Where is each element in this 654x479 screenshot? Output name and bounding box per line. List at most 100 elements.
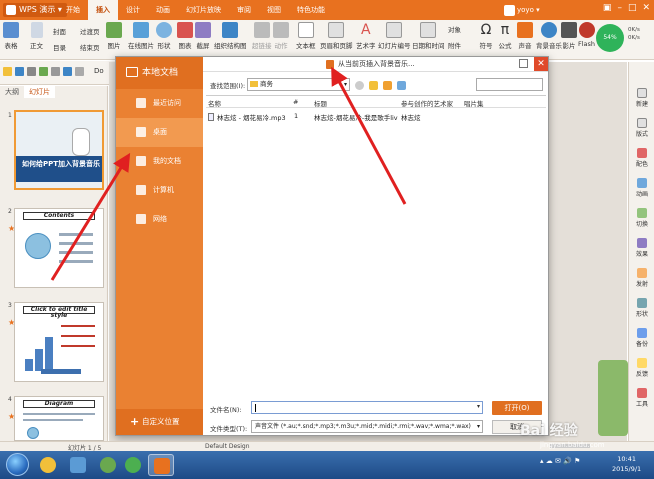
textbox-button[interactable]: 文本框: [296, 22, 316, 50]
header-footer-icon: [328, 22, 345, 38]
user-account[interactable]: yoyo ▾: [504, 3, 540, 17]
tab-animation[interactable]: 动画: [148, 0, 178, 20]
clock[interactable]: 10:41 2015/9/1: [612, 454, 641, 474]
sidebar-item-recent[interactable]: 最近访问: [116, 89, 203, 118]
footer-band: [41, 369, 81, 374]
slide-thumbnail-4[interactable]: Diagram: [14, 396, 104, 441]
minimize-icon[interactable]: –: [617, 3, 622, 13]
preview-icon[interactable]: [39, 67, 48, 76]
filename-input[interactable]: ▾: [251, 401, 483, 414]
sidebar-item-my-documents[interactable]: 我的文档: [116, 147, 203, 176]
close-icon[interactable]: ✕: [642, 3, 650, 13]
tools-button[interactable]: 工具: [631, 388, 653, 408]
format-painter-icon[interactable]: [51, 67, 60, 76]
new-slide-button[interactable]: 新建: [631, 88, 653, 108]
taskbar-app-network[interactable]: [65, 454, 91, 476]
sidebar-item-desktop[interactable]: 桌面: [116, 118, 203, 147]
sound-button[interactable]: 声音: [517, 22, 533, 50]
document-tab[interactable]: Do: [94, 67, 104, 75]
start-button[interactable]: [6, 453, 29, 476]
hyperlink-button[interactable]: 超链接: [252, 22, 272, 50]
tab-special[interactable]: 特色功能: [289, 0, 333, 20]
redo-icon[interactable]: [75, 67, 84, 76]
shapes-button[interactable]: 形状: [631, 298, 653, 318]
tab-slideshow[interactable]: 幻灯片放映: [178, 0, 229, 20]
picture-button[interactable]: 图片: [106, 22, 122, 50]
layout-button[interactable]: 版式: [631, 118, 653, 138]
header-footer-button[interactable]: 页眉和页脚: [320, 22, 353, 50]
close-icon[interactable]: ✕: [534, 57, 548, 71]
tab-slides[interactable]: 幻灯片: [24, 86, 55, 98]
animation-button[interactable]: 动画: [631, 178, 653, 198]
tab-design[interactable]: 设计: [118, 0, 148, 20]
back-icon[interactable]: [355, 81, 364, 90]
up-folder-icon[interactable]: [369, 81, 378, 90]
skin-icon[interactable]: ▣: [603, 3, 612, 13]
column-album[interactable]: 唱片集: [464, 98, 484, 108]
table-button[interactable]: 表格: [3, 22, 19, 50]
org-chart-button[interactable]: 组织结构图: [214, 22, 247, 50]
sidebar-item-computer[interactable]: 计算机: [116, 176, 203, 205]
background-music-button[interactable]: 背景音乐: [536, 22, 562, 50]
wordart-button[interactable]: A 艺术字: [356, 22, 376, 50]
online-picture-button[interactable]: 在线图片: [128, 22, 154, 50]
open-button[interactable]: 打开(O): [492, 401, 542, 415]
system-tray[interactable]: ▴ ☁ ✉ 🔊 ⚑: [540, 457, 580, 465]
restore-icon[interactable]: [519, 59, 528, 68]
undo-icon[interactable]: [63, 67, 72, 76]
chart-button[interactable]: 图表: [177, 22, 193, 50]
cover-button[interactable]: 封面: [53, 26, 66, 36]
sidebar-item-network[interactable]: 网络: [116, 205, 203, 234]
taskbar-app-360[interactable]: [35, 454, 61, 476]
backup-button[interactable]: 备份: [631, 328, 653, 348]
chevron-down-icon[interactable]: ▾: [477, 403, 480, 410]
symbol-button[interactable]: Ω 符号: [478, 22, 494, 50]
search-input[interactable]: [476, 78, 543, 91]
new-folder-icon[interactable]: [383, 81, 392, 90]
tab-view[interactable]: 视图: [259, 0, 289, 20]
column-artist[interactable]: 参与创作的艺术家: [401, 98, 453, 108]
end-page-button[interactable]: 结束页: [80, 42, 100, 52]
feedback-button[interactable]: 反馈: [631, 358, 653, 378]
broadcast-button[interactable]: 发射: [631, 268, 653, 288]
folder-icon[interactable]: [3, 67, 12, 76]
color-scheme-button[interactable]: 配色: [631, 148, 653, 168]
custom-location-button[interactable]: + 自定义位置: [116, 409, 203, 435]
slide-thumbnail-3[interactable]: Click to edit title style: [14, 302, 104, 382]
column-name[interactable]: 名称: [208, 98, 221, 108]
filetype-select[interactable]: 声音文件 (*.au;*.snd;*.mp3;*.m3u;*.mid;*.mid…: [251, 420, 483, 433]
transition-button[interactable]: 切换: [631, 208, 653, 228]
view-menu-icon[interactable]: [397, 81, 406, 90]
formula-button[interactable]: π 公式: [497, 22, 513, 50]
save-icon[interactable]: [15, 67, 24, 76]
slide-thumbnail-1[interactable]: 如何给PPT加入背景音乐: [14, 110, 104, 190]
print-icon[interactable]: [27, 67, 36, 76]
taskbar-app-wps[interactable]: [148, 454, 174, 476]
attachment-button[interactable]: 附件: [448, 40, 461, 50]
taskbar-app-chrome[interactable]: [120, 454, 146, 476]
object-button[interactable]: 对象: [448, 24, 461, 34]
toc-button[interactable]: 目录: [53, 42, 66, 52]
file-row[interactable]: 林志炫 - 烟花易冷.mp3 1 林志炫-烟花易冷-我是歌手live... 林志…: [206, 111, 546, 123]
network-meter[interactable]: 54%: [596, 24, 624, 52]
action-button[interactable]: 动作: [273, 22, 289, 50]
tab-outline[interactable]: 大纲: [0, 86, 24, 98]
column-title[interactable]: 标题: [314, 98, 327, 108]
flash-button[interactable]: Flash: [578, 22, 595, 48]
tab-home[interactable]: 开始: [58, 0, 88, 20]
tab-insert[interactable]: 插入: [88, 0, 118, 20]
tab-review[interactable]: 审阅: [229, 0, 259, 20]
date-time-button[interactable]: 日期和时间: [412, 22, 445, 50]
shape-button[interactable]: 形状: [156, 22, 172, 50]
slide-thumbnail-2[interactable]: Contents: [14, 208, 104, 288]
body-button[interactable]: 正文: [30, 22, 43, 50]
maximize-icon[interactable]: □: [628, 3, 637, 13]
slide-number-button[interactable]: 幻灯片编号: [378, 22, 411, 50]
column-number[interactable]: #: [293, 98, 298, 106]
taskbar-app-browser[interactable]: [95, 454, 121, 476]
screenshot-button[interactable]: 截屏: [195, 22, 211, 50]
movie-button[interactable]: 影片: [561, 22, 577, 50]
transition-page-button[interactable]: 过渡页: [80, 26, 100, 36]
look-in-select[interactable]: 商务 ▾: [247, 78, 350, 91]
effects-button[interactable]: 效果: [631, 238, 653, 258]
